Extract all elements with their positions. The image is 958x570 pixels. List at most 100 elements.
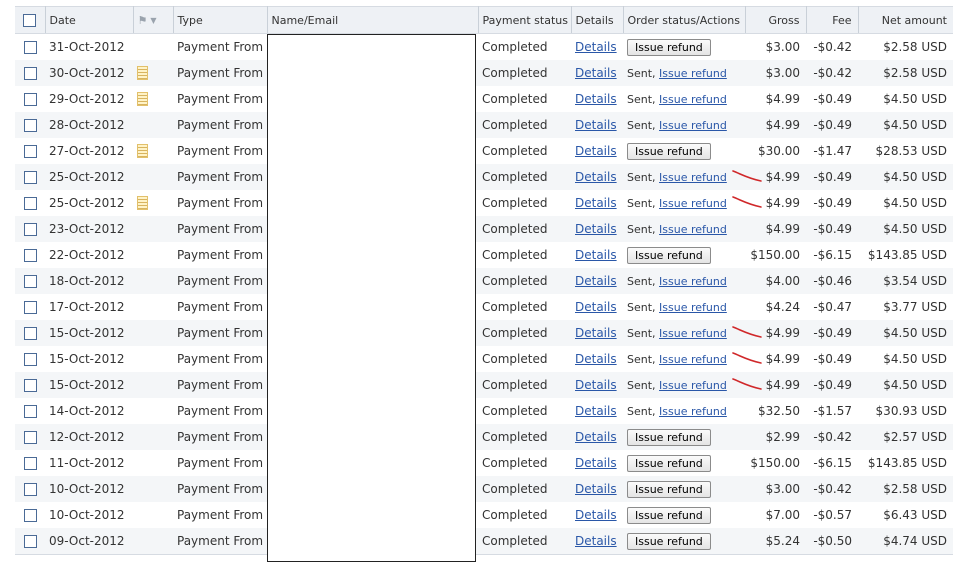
issue-refund-link[interactable]: Issue refund <box>659 301 727 314</box>
table-row[interactable]: 15-Oct-2012 Payment From Completed Details S… <box>15 346 953 372</box>
column-header-net-amount[interactable]: Net amount <box>858 6 953 34</box>
issue-refund-link[interactable]: Issue refund <box>659 275 727 288</box>
table-row[interactable]: 25-Oct-2012 Payment From Completed Details S… <box>15 164 953 190</box>
row-select-cell[interactable] <box>15 424 45 450</box>
details-link[interactable]: Details <box>575 534 617 548</box>
row-checkbox[interactable] <box>23 119 37 132</box>
column-header-payment-status[interactable]: Payment status <box>478 6 572 34</box>
note-icon[interactable] <box>137 92 148 107</box>
details-link[interactable]: Details <box>575 118 617 132</box>
row-checkbox[interactable] <box>23 301 37 314</box>
issue-refund-link[interactable]: Issue refund <box>659 197 727 210</box>
row-select-cell[interactable] <box>15 450 45 476</box>
issue-refund-link[interactable]: Issue refund <box>659 327 727 340</box>
table-row[interactable]: 10-Oct-2012 Payment From Completed Details I… <box>15 502 953 528</box>
row-select-cell[interactable] <box>15 372 45 398</box>
details-link[interactable]: Details <box>575 404 617 418</box>
details-link[interactable]: Details <box>575 430 617 444</box>
issue-refund-button[interactable]: Issue refund <box>627 428 711 446</box>
issue-refund-button[interactable]: Issue refund <box>627 142 711 160</box>
row-select-cell[interactable] <box>15 190 45 216</box>
row-checkbox[interactable] <box>23 353 37 366</box>
row-checkbox[interactable] <box>23 457 37 470</box>
details-link[interactable]: Details <box>575 144 617 158</box>
column-header-date[interactable]: Date <box>45 6 134 34</box>
table-row[interactable]: 12-Oct-2012 Payment From Completed Details I… <box>15 424 953 450</box>
column-header-gross[interactable]: Gross <box>745 6 807 34</box>
issue-refund-link[interactable]: Issue refund <box>659 405 727 418</box>
details-link[interactable]: Details <box>575 456 617 470</box>
select-all-checkbox[interactable] <box>23 13 37 27</box>
column-header-type[interactable]: Type <box>173 6 268 34</box>
issue-refund-link[interactable]: Issue refund <box>659 223 727 236</box>
details-link[interactable]: Details <box>575 248 617 262</box>
column-header-order-status[interactable]: Order status/Actions <box>623 6 746 34</box>
row-checkbox[interactable] <box>23 67 37 80</box>
select-all-header[interactable] <box>15 6 46 34</box>
table-row[interactable]: 17-Oct-2012 Payment From Completed Details S… <box>15 294 953 320</box>
row-select-cell[interactable] <box>15 528 45 555</box>
table-row[interactable]: 18-Oct-2012 Payment From Completed Details S… <box>15 268 953 294</box>
column-header-flag[interactable]: ⚑ ▼ <box>133 6 174 34</box>
issue-refund-button[interactable]: Issue refund <box>627 246 711 264</box>
table-row[interactable]: 15-Oct-2012 Payment From Completed Details S… <box>15 320 953 346</box>
issue-refund-link[interactable]: Issue refund <box>659 67 727 80</box>
flag-icon[interactable]: ⚑ <box>138 14 148 27</box>
table-row[interactable]: 22-Oct-2012 Payment From Completed Details I… <box>15 242 953 268</box>
row-select-cell[interactable] <box>15 86 45 112</box>
details-link[interactable]: Details <box>575 196 617 210</box>
column-header-details[interactable]: Details <box>571 6 624 34</box>
issue-refund-link[interactable]: Issue refund <box>659 119 727 132</box>
row-checkbox[interactable] <box>23 145 37 158</box>
details-link[interactable]: Details <box>575 40 617 54</box>
issue-refund-button[interactable]: Issue refund <box>627 532 711 550</box>
row-checkbox[interactable] <box>23 249 37 262</box>
issue-refund-link[interactable]: Issue refund <box>659 353 727 366</box>
row-select-cell[interactable] <box>15 112 45 138</box>
details-link[interactable]: Details <box>575 66 617 80</box>
issue-refund-button[interactable]: Issue refund <box>627 38 711 56</box>
table-row[interactable]: 10-Oct-2012 Payment From Completed Details I… <box>15 476 953 502</box>
row-checkbox[interactable] <box>23 509 37 522</box>
issue-refund-button[interactable]: Issue refund <box>627 506 711 524</box>
details-link[interactable]: Details <box>575 508 617 522</box>
details-link[interactable]: Details <box>575 352 617 366</box>
note-icon[interactable] <box>137 66 148 81</box>
table-row[interactable]: 15-Oct-2012 Payment From Completed Details S… <box>15 372 953 398</box>
table-row[interactable]: 09-Oct-2012 Payment From Completed Details I… <box>15 528 953 555</box>
row-select-cell[interactable] <box>15 294 45 320</box>
note-icon[interactable] <box>137 144 148 159</box>
note-icon[interactable] <box>137 196 148 211</box>
details-link[interactable]: Details <box>575 222 617 236</box>
table-row[interactable]: 30-Oct-2012 Payment From Completed Details S… <box>15 60 953 86</box>
table-row[interactable]: 14-Oct-2012 Payment From Completed Details S… <box>15 398 953 424</box>
row-checkbox[interactable] <box>23 93 37 106</box>
row-select-cell[interactable] <box>15 398 45 424</box>
column-header-name-email[interactable]: Name/Email <box>267 6 479 34</box>
row-checkbox[interactable] <box>23 223 37 236</box>
table-row[interactable]: 25-Oct-2012 Payment From Completed Details S… <box>15 190 953 216</box>
row-checkbox[interactable] <box>23 171 37 184</box>
details-link[interactable]: Details <box>575 274 617 288</box>
row-checkbox[interactable] <box>23 197 37 210</box>
issue-refund-link[interactable]: Issue refund <box>659 93 727 106</box>
row-select-cell[interactable] <box>15 320 45 346</box>
chevron-down-icon[interactable]: ▼ <box>150 16 156 25</box>
row-select-cell[interactable] <box>15 476 45 502</box>
table-row[interactable]: 28-Oct-2012 Payment From Completed Details S… <box>15 112 953 138</box>
row-select-cell[interactable] <box>15 268 45 294</box>
row-select-cell[interactable] <box>15 346 45 372</box>
details-link[interactable]: Details <box>575 482 617 496</box>
details-link[interactable]: Details <box>575 92 617 106</box>
column-header-fee[interactable]: Fee <box>806 6 859 34</box>
issue-refund-button[interactable]: Issue refund <box>627 480 711 498</box>
row-select-cell[interactable] <box>15 164 45 190</box>
issue-refund-button[interactable]: Issue refund <box>627 454 711 472</box>
details-link[interactable]: Details <box>575 326 617 340</box>
table-row[interactable]: 23-Oct-2012 Payment From Completed Details S… <box>15 216 953 242</box>
row-checkbox[interactable] <box>23 41 37 54</box>
issue-refund-link[interactable]: Issue refund <box>659 379 727 392</box>
details-link[interactable]: Details <box>575 378 617 392</box>
issue-refund-link[interactable]: Issue refund <box>659 171 727 184</box>
row-checkbox[interactable] <box>23 535 37 548</box>
